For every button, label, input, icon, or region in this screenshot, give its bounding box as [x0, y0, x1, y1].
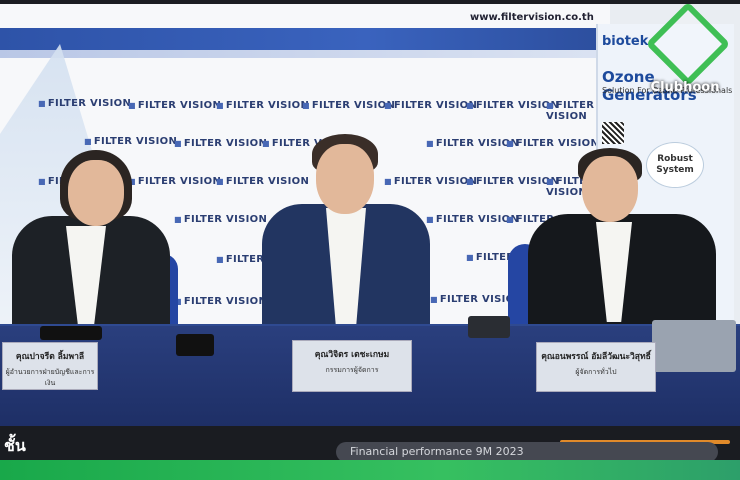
- backdrop-logo: FILTER VISION: [38, 98, 131, 109]
- backdrop-logo: FILTER VISION: [216, 176, 309, 187]
- backdrop-logo: FILTER VISION: [384, 176, 477, 187]
- backdrop-logo: FILTER VISION: [128, 100, 221, 111]
- speaker-center-face: [316, 144, 374, 214]
- clubhoon-watermark: Clubhoon: [640, 4, 731, 100]
- backdrop-logo: FILTER VISION: [174, 214, 267, 225]
- nameplate-name: คุณปาจรีต ลิ้มพาลี: [15, 352, 85, 362]
- backdrop-logo: FILTER VISION: [384, 100, 477, 111]
- smartphone: [40, 326, 102, 340]
- backdrop-logo: FILTER VISION: [84, 136, 177, 147]
- backdrop-logo: FILTER VISION: [174, 138, 267, 149]
- laptop: [652, 320, 736, 372]
- nameplate-title: กรรมการผู้จัดการ: [325, 366, 379, 374]
- backdrop-logo: FILTER VISION: [174, 296, 267, 307]
- backdrop-logo: FILTER VISION: [216, 100, 309, 111]
- nameplate-title: ผู้อำนวยการฝ่ายบัญชีและการเงิน: [5, 368, 95, 387]
- clubhoon-wordmark: Clubhoon: [650, 80, 720, 95]
- lower-left-label: ชั้น: [4, 436, 26, 455]
- caption-pill: Financial performance 9M 2023: [336, 442, 718, 462]
- video-stream[interactable]: www.filtervision.co.th FILTER VISION FIL…: [0, 4, 740, 426]
- backdrop-banner-shadow: [0, 50, 610, 58]
- qr-code-icon: [602, 122, 624, 144]
- backdrop-logo: FILTER VISION: [506, 138, 599, 149]
- nameplate-name: คุณวิจิตร เตชะเกษม: [314, 350, 390, 360]
- nameplate-center: คุณวิจิตร เตชะเกษม กรรมการผู้จัดการ: [292, 340, 412, 392]
- website-text: www.filtervision.co.th: [470, 12, 594, 23]
- backdrop-banner: [0, 28, 610, 50]
- nameplate-left: คุณปาจรีต ลิ้มพาลี ผู้อำนวยการฝ่ายบัญชีแ…: [2, 342, 98, 390]
- nameplate-name: คุณอนพรรณ์ อัมลีวัฒนะวิสุทธิ์: [541, 352, 651, 362]
- robust-system-badge: Robust System: [646, 142, 704, 188]
- nameplate-right: คุณอนพรรณ์ อัมลีวัฒนะวิสุทธิ์ ผู้จัดการท…: [536, 342, 656, 392]
- clubhoon-logo-icon: [645, 4, 731, 87]
- backdrop-logo: FILTER VISION: [128, 176, 221, 187]
- device-case: [468, 316, 510, 338]
- nameplate-title: ผู้จัดการทั่วไป: [575, 368, 617, 376]
- video-frame: www.filtervision.co.th FILTER VISION FIL…: [0, 0, 740, 480]
- speaker-left-face: [68, 160, 124, 226]
- green-footer-bar: [0, 460, 740, 480]
- speaker-right-face: [582, 156, 638, 222]
- backdrop-logo: FILTER VISION: [302, 100, 395, 111]
- smartphone: [176, 334, 214, 356]
